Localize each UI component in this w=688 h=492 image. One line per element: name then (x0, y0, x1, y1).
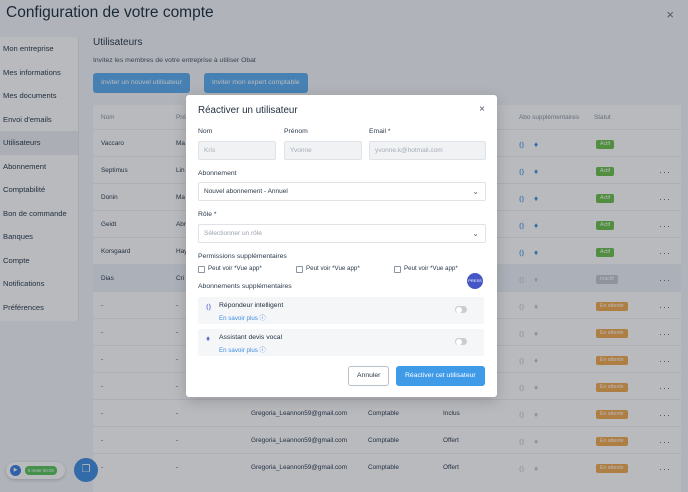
permission-label: Peut voir *Vue app* (208, 265, 262, 272)
permission-checkbox[interactable] (296, 266, 303, 273)
abonnement-value: Nouvel abonnement - Annuel (204, 188, 288, 195)
chevron-down-icon: ⌄ (472, 229, 479, 238)
addons-label: Abonnements supplémentaires (198, 283, 292, 290)
abonnement-select[interactable]: Nouvel abonnement - Annuel ⌄ (198, 182, 486, 201)
permission-label: Peut voir *Vue app* (306, 265, 360, 272)
addon-title: Assistant devis vocal (219, 334, 283, 341)
abonnement-label: Abonnement (198, 170, 237, 177)
prenom-label: Prénom (284, 128, 308, 135)
new-feature-badge: PRESS (467, 273, 483, 289)
permission-checkbox[interactable] (198, 266, 205, 273)
nom-label: Nom (198, 128, 213, 135)
role-label: Rôle * (198, 211, 217, 218)
learn-more-link[interactable]: En savoir plus ⓘ (219, 345, 266, 354)
nom-field: Kris (198, 141, 276, 160)
cancel-button[interactable]: Annuler (348, 366, 390, 386)
microphone-icon: ♦ (206, 334, 211, 343)
addon-card: ⦅⦆ Répondeur intelligent En savoir plus ⓘ (198, 297, 484, 324)
addon-card: ♦ Assistant devis vocal En savoir plus ⓘ (198, 329, 484, 356)
permissions-label: Permissions supplémentaires (198, 253, 287, 260)
permission-label: Peut voir *Vue app* (404, 265, 458, 272)
addon-toggle[interactable] (455, 306, 467, 313)
modal-title: Réactiver un utilisateur (198, 105, 298, 116)
addon-title: Répondeur intelligent (219, 302, 284, 309)
addon-toggle[interactable] (455, 338, 467, 345)
phone-wave-icon: ⦅⦆ (206, 302, 212, 311)
role-placeholder: Sélectionner un rôle (204, 230, 262, 237)
email-label: Email * (369, 128, 391, 135)
chevron-down-icon: ⌄ (472, 187, 479, 196)
reactivate-user-modal: Réactiver un utilisateur × Nom Kris Prén… (186, 95, 497, 397)
email-field: yvonne.k@hotmail.com (369, 141, 486, 160)
role-select[interactable]: Sélectionner un rôle ⌄ (198, 224, 486, 243)
learn-more-link[interactable]: En savoir plus ⓘ (219, 313, 266, 322)
reactivate-button[interactable]: Réactiver cet utilisateur (396, 366, 485, 386)
permission-checkbox[interactable] (394, 266, 401, 273)
prenom-field: Yvonne (284, 141, 362, 160)
close-icon[interactable]: × (479, 104, 485, 115)
